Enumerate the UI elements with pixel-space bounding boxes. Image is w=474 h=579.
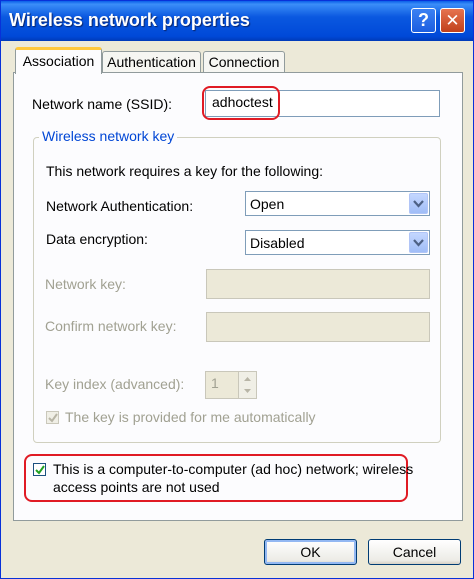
chevron-down-icon[interactable] [409, 193, 428, 214]
tab-connection[interactable]: Connection [203, 51, 285, 73]
ssid-highlight-outline [202, 86, 280, 120]
checkmark-icon [48, 413, 58, 423]
wireless-key-group-title: Wireless network key [39, 128, 178, 144]
cancel-button-label: Cancel [392, 544, 437, 560]
key-index-stepper[interactable] [238, 371, 257, 399]
help-icon: ? [418, 10, 429, 30]
checkmark-icon [35, 465, 45, 475]
spin-down-icon[interactable] [239, 385, 256, 398]
data-encryption-select[interactable]: Disabled [245, 230, 430, 255]
title-bar[interactable]: Wireless network properties ? ✕ [1, 1, 473, 41]
chevron-down-icon[interactable] [409, 232, 428, 253]
tab-label: Connection [208, 54, 280, 70]
tab-authentication[interactable]: Authentication [102, 51, 201, 73]
adhoc-network-checkbox[interactable] [33, 463, 46, 476]
network-authentication-value: Open [250, 196, 285, 212]
network-key-input[interactable] [206, 269, 430, 299]
help-button[interactable]: ? [411, 8, 436, 33]
adhoc-network-label-line1: This is a computer-to-computer (ad hoc) … [53, 461, 414, 477]
adhoc-network-label-line2: access points are not used [53, 479, 220, 495]
key-required-text: This network requires a key for the foll… [46, 163, 324, 179]
network-key-label: Network key: [45, 276, 126, 292]
close-icon: ✕ [445, 11, 460, 30]
window-title: Wireless network properties [9, 10, 250, 30]
dialog-window: Wireless network properties ? ✕ Associat… [0, 0, 474, 579]
key-provided-checkbox[interactable] [46, 411, 59, 424]
data-encryption-value: Disabled [250, 235, 305, 251]
tab-label: Association [22, 53, 95, 69]
ok-button-label: OK [300, 544, 321, 560]
close-button[interactable]: ✕ [440, 8, 465, 33]
network-authentication-select[interactable]: Open [245, 191, 430, 216]
key-provided-label: The key is provided for me automatically [65, 409, 316, 425]
key-index-value: 1 [211, 375, 219, 391]
key-index-label: Key index (advanced): [45, 376, 185, 392]
spin-up-icon[interactable] [239, 372, 256, 385]
cancel-button[interactable]: Cancel [368, 539, 461, 565]
network-authentication-label: Network Authentication: [46, 198, 194, 214]
key-index-input[interactable]: 1 [205, 371, 239, 399]
ok-button[interactable]: OK [264, 539, 357, 565]
confirm-network-key-input[interactable] [206, 312, 430, 342]
ssid-label: Network name (SSID): [32, 96, 173, 112]
data-encryption-label: Data encryption: [46, 231, 148, 247]
confirm-network-key-label: Confirm network key: [45, 318, 177, 334]
tab-association[interactable]: Association [15, 47, 102, 74]
tab-label: Authentication [107, 54, 196, 70]
